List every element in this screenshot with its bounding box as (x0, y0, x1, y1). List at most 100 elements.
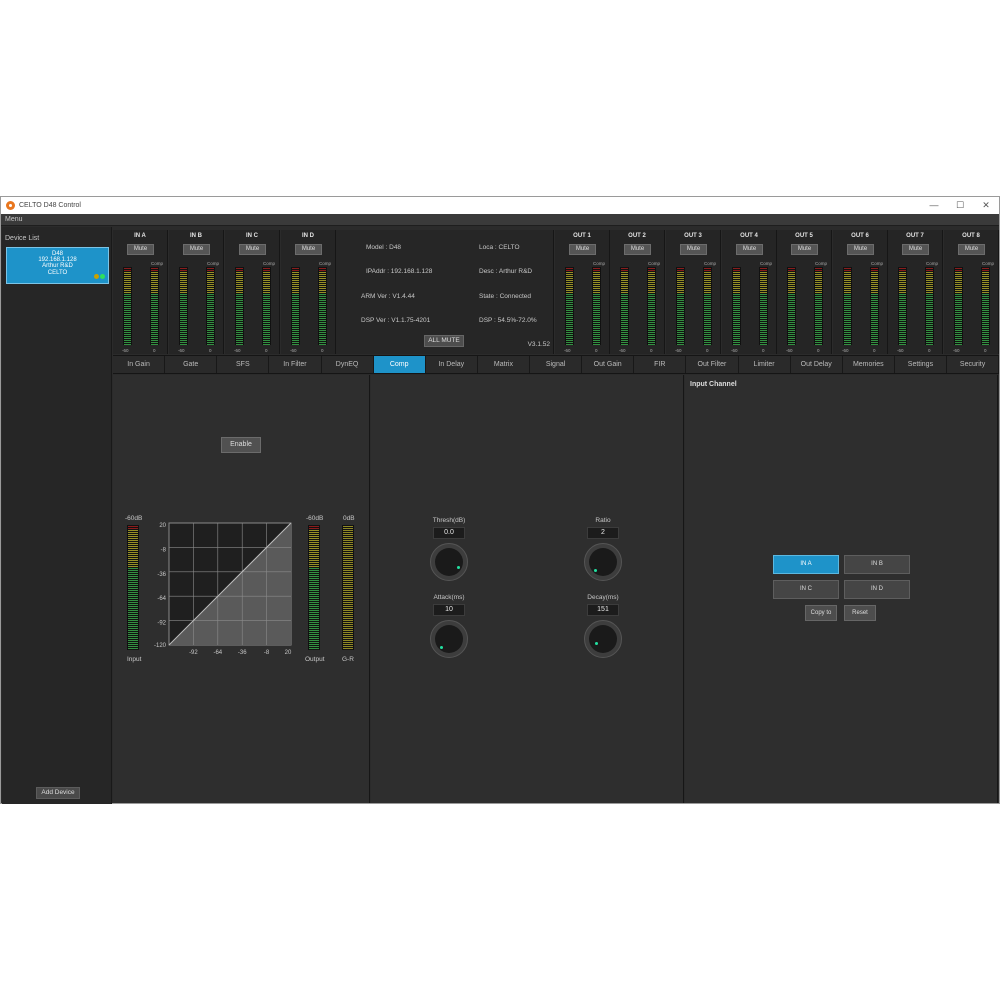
close-icon[interactable]: ✕ (973, 197, 999, 214)
tab-security[interactable]: Security (947, 356, 1000, 373)
tab-in-filter[interactable]: In Filter (269, 356, 322, 373)
meter-segment (180, 280, 187, 281)
tab-comp[interactable]: Comp (373, 356, 426, 373)
tab-in-gain[interactable]: In Gain (113, 356, 166, 373)
mute-button[interactable]: Mute (791, 244, 818, 255)
meter-segment (128, 626, 138, 627)
tab-limiter[interactable]: Limiter (739, 356, 791, 373)
add-device-button[interactable]: Add Device (36, 787, 80, 799)
meter-segment (593, 294, 600, 295)
tab-out-delay[interactable]: Out Delay (791, 356, 843, 373)
channel-button-in-b[interactable]: IN B (844, 555, 910, 574)
meter-segment (566, 326, 573, 327)
device-card[interactable]: D48 192.168.1.128 Arthur R&D CELTO (6, 247, 109, 284)
minimize-icon[interactable]: — (921, 197, 947, 214)
meter-segment (760, 320, 767, 321)
tab-dyneq[interactable]: DynEQ (322, 356, 374, 373)
meter-segment (309, 570, 319, 571)
channel-button-in-a[interactable]: IN A (773, 555, 839, 574)
meter-segment (128, 646, 138, 647)
meter-segment (343, 636, 353, 637)
ratio-knob[interactable] (584, 543, 622, 581)
tab-memories[interactable]: Memories (843, 356, 895, 373)
meter-segment (180, 340, 187, 341)
output-channel-strip: OUT 6 Mute Comp -60 0 (833, 230, 888, 354)
attack-value-field[interactable]: 10 (433, 604, 465, 616)
meter-segment (955, 332, 962, 333)
tab-out-gain[interactable]: Out Gain (582, 356, 635, 373)
meter-segment (621, 298, 628, 299)
mute-button[interactable]: Mute (736, 244, 763, 255)
meter-segment (319, 318, 326, 319)
meter-scale-max: 0 (762, 348, 765, 353)
meter-segment (343, 596, 353, 597)
info-desc: Desc : Arthur R&D (479, 268, 533, 275)
meter-segment (788, 296, 795, 297)
meter-segment (124, 286, 131, 287)
meter-segment (982, 326, 989, 327)
meter-segment (871, 308, 878, 309)
tab-fir[interactable]: FIR (634, 356, 687, 373)
reset-button[interactable]: Reset (844, 605, 876, 621)
thresh-knob[interactable] (430, 543, 468, 581)
tab-out-filter[interactable]: Out Filter (686, 356, 739, 373)
meter-segment (124, 268, 131, 269)
mute-button[interactable]: Mute (295, 244, 322, 255)
meter-segment (704, 286, 711, 287)
meter-segment (124, 322, 131, 323)
tab-matrix[interactable]: Matrix (478, 356, 530, 373)
enable-button[interactable]: Enable (221, 437, 261, 453)
tab-in-delay[interactable]: In Delay (426, 356, 478, 373)
tab-settings[interactable]: Settings (895, 356, 947, 373)
decay-knob[interactable] (584, 620, 622, 658)
channel-button-in-d[interactable]: IN D (844, 580, 910, 599)
channel-button-in-c[interactable]: IN C (773, 580, 839, 599)
tab-sfs[interactable]: SFS (217, 356, 270, 373)
menu-item[interactable]: Menu (5, 216, 23, 223)
mute-button[interactable]: Mute (127, 244, 154, 255)
meter-segment (124, 326, 131, 327)
meter-segment (343, 640, 353, 641)
meter-segment (733, 274, 740, 275)
mute-button[interactable]: Mute (239, 244, 266, 255)
ratio-value-field[interactable]: 2 (587, 527, 619, 539)
meter-segment (648, 268, 655, 269)
meter-segment (180, 334, 187, 335)
mute-button[interactable]: Mute (902, 244, 929, 255)
mute-button[interactable]: Mute (624, 244, 651, 255)
thresh-value-field[interactable]: 0.0 (433, 527, 465, 539)
tab-signal[interactable]: Signal (530, 356, 583, 373)
meter-segment (151, 320, 158, 321)
meter-segment (704, 290, 711, 291)
meter-segment (124, 274, 131, 275)
meter-segment (733, 318, 740, 319)
meter-segment (309, 528, 319, 529)
attack-control: Attack(ms) 10 (419, 594, 479, 658)
meter-segment (124, 280, 131, 281)
mute-button[interactable]: Mute (183, 244, 210, 255)
meter-segment (128, 564, 138, 565)
meter-segment (151, 312, 158, 313)
tab-gate[interactable]: Gate (165, 356, 218, 373)
attack-knob[interactable] (430, 620, 468, 658)
meter-segment (263, 306, 270, 307)
meter-segment (621, 310, 628, 311)
meter-segment (236, 342, 243, 343)
all-mute-button[interactable]: ALL MUTE (424, 335, 464, 347)
meter-segment (292, 314, 299, 315)
copy-to-button[interactable]: Copy to (805, 605, 837, 621)
maximize-icon[interactable]: ☐ (947, 197, 973, 214)
mute-button[interactable]: Mute (569, 244, 596, 255)
meter-segment (677, 278, 684, 279)
meter-scale-min: -60 (178, 348, 185, 353)
meter-segment (733, 276, 740, 277)
level-meter (676, 267, 685, 345)
meter-segment (955, 288, 962, 289)
mute-button[interactable]: Mute (847, 244, 874, 255)
meter-segment (788, 318, 795, 319)
meter-segment (621, 344, 628, 345)
decay-value-field[interactable]: 151 (587, 604, 619, 616)
mute-button[interactable]: Mute (680, 244, 707, 255)
mute-button[interactable]: Mute (958, 244, 985, 255)
meter-segment (180, 284, 187, 285)
